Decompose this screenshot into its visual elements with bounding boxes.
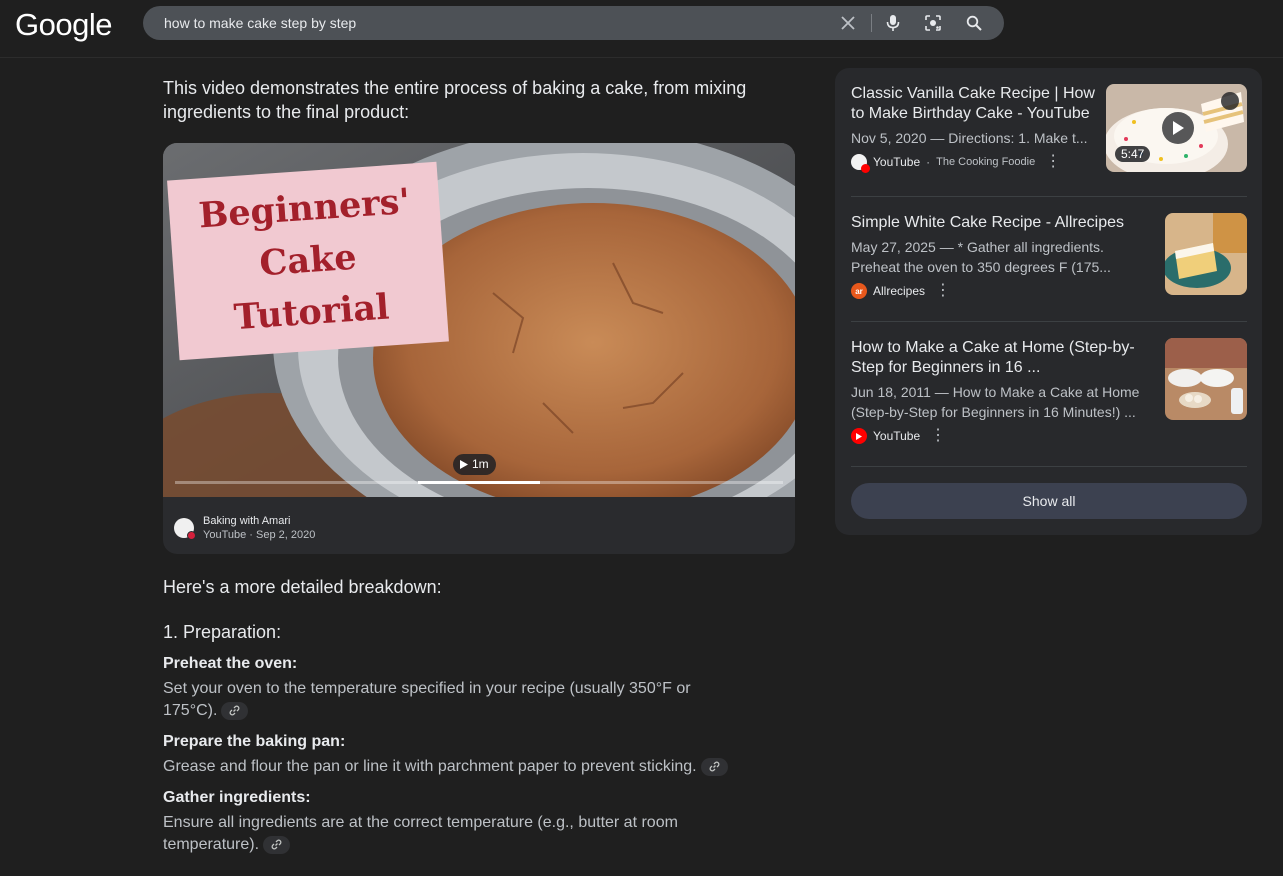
side-result-title[interactable]: Classic Vanilla Cake Recipe | How to Mak… bbox=[851, 84, 1096, 124]
step-body: Ensure all ingredients are at the correc… bbox=[163, 814, 678, 853]
video-thumbnail[interactable]: Beginners' Cake Tutorial 1m bbox=[163, 143, 795, 497]
side-result-snippet: Jun 18, 2011 — How to Make a Cake at Hom… bbox=[851, 384, 1140, 420]
step-title: Preheat the oven: bbox=[163, 655, 298, 672]
divider bbox=[851, 321, 1247, 322]
side-panel: Classic Vanilla Cake Recipe | How to Mak… bbox=[835, 68, 1262, 535]
step-title: Gather ingredients: bbox=[163, 789, 311, 806]
source-name: Allrecipes bbox=[873, 284, 926, 298]
step-item: Prepare the baking pan: Grease and flour… bbox=[163, 731, 783, 778]
play-icon bbox=[460, 460, 468, 469]
mic-icon[interactable] bbox=[883, 13, 903, 33]
expand-icon[interactable] bbox=[1221, 92, 1239, 110]
step-body: Grease and flour the pan or line it with… bbox=[163, 758, 697, 775]
video-card[interactable]: Beginners' Cake Tutorial 1m Baking with … bbox=[163, 143, 795, 554]
source-channel: The Cooking Foodie bbox=[936, 156, 1036, 168]
side-result-thumbnail[interactable] bbox=[1165, 213, 1247, 295]
intro-text: This video demonstrates the entire proce… bbox=[163, 78, 747, 122]
video-source-date: YouTube · Sep 2, 2020 bbox=[203, 529, 316, 541]
source-separator: · bbox=[926, 155, 931, 169]
side-result[interactable]: Simple White Cake Recipe - Allrecipes Ma… bbox=[851, 213, 1141, 299]
duration-label: 5:47 bbox=[1115, 146, 1151, 162]
source-name: YouTube bbox=[873, 155, 921, 169]
overlay-line: Beginners' bbox=[197, 180, 412, 237]
youtube-logo bbox=[851, 428, 867, 444]
video-meta[interactable]: Baking with Amari YouTube · Sep 2, 2020 bbox=[174, 514, 315, 542]
more-vert-icon[interactable]: ⋮ bbox=[1041, 154, 1065, 170]
duration-chip[interactable]: 1m bbox=[453, 454, 496, 475]
google-logo[interactable]: Google bbox=[15, 7, 112, 43]
link-icon[interactable] bbox=[700, 757, 728, 776]
step-title: Prepare the baking pan: bbox=[163, 733, 346, 750]
youtube-badge-icon bbox=[187, 531, 196, 540]
white-cake-image bbox=[1165, 213, 1247, 295]
youtube-channel-avatar bbox=[851, 154, 870, 173]
overlay-line: Cake bbox=[258, 236, 358, 285]
divider bbox=[851, 196, 1247, 197]
breakdown-heading: Here's a more detailed breakdown: bbox=[163, 577, 442, 597]
channel-avatar bbox=[174, 518, 196, 540]
search-divider bbox=[871, 14, 872, 32]
side-result-source: YouTube ⋮ bbox=[851, 428, 1146, 444]
step-item: Preheat the oven: Set your oven to the t… bbox=[163, 653, 783, 722]
side-result-snippet: May 27, 2025 — * Gather all ingredients.… bbox=[851, 239, 1111, 275]
link-icon[interactable] bbox=[221, 701, 249, 720]
title-overlay: Beginners' Cake Tutorial bbox=[167, 161, 449, 361]
channel-name: Baking with Amari bbox=[203, 515, 291, 527]
header: Google bbox=[0, 0, 1283, 58]
overlay-line: Tutorial bbox=[232, 286, 391, 339]
side-result-thumbnail[interactable]: 5:47 bbox=[1106, 84, 1247, 172]
step-item: Gather ingredients: Ensure all ingredien… bbox=[163, 787, 783, 856]
more-vert-icon[interactable]: ⋮ bbox=[926, 428, 950, 444]
link-icon[interactable] bbox=[263, 835, 291, 854]
side-result-source: YouTube · The Cooking Foodie ⋮ bbox=[851, 154, 1096, 173]
duration-label: 1m bbox=[472, 457, 489, 471]
search-box[interactable] bbox=[143, 6, 1004, 40]
divider bbox=[851, 466, 1247, 467]
video-progress-bar[interactable] bbox=[175, 481, 783, 484]
play-icon[interactable] bbox=[1162, 112, 1194, 144]
video-progress-fill bbox=[418, 481, 540, 484]
search-input[interactable] bbox=[164, 6, 824, 40]
more-vert-icon[interactable]: ⋮ bbox=[931, 283, 955, 299]
clear-icon[interactable] bbox=[838, 13, 858, 33]
side-result-snippet: Nov 5, 2020 — Directions: 1. Make t... bbox=[851, 130, 1088, 146]
allrecipes-logo: ar bbox=[851, 283, 867, 299]
side-result-title[interactable]: Simple White Cake Recipe - Allrecipes bbox=[851, 213, 1141, 233]
side-result[interactable]: How to Make a Cake at Home (Step-by-Step… bbox=[851, 338, 1146, 444]
source-name: YouTube bbox=[873, 429, 921, 443]
side-result-source: ar Allrecipes ⋮ bbox=[851, 283, 1141, 299]
show-all-button[interactable]: Show all bbox=[851, 483, 1247, 519]
side-result-title[interactable]: How to Make a Cake at Home (Step-by-Step… bbox=[851, 338, 1146, 378]
side-result-thumbnail[interactable] bbox=[1165, 338, 1247, 420]
lens-icon[interactable] bbox=[923, 13, 943, 33]
side-result[interactable]: Classic Vanilla Cake Recipe | How to Mak… bbox=[851, 84, 1096, 173]
search-icon[interactable] bbox=[964, 13, 984, 33]
section-heading: 1. Preparation: bbox=[163, 622, 282, 642]
baking-bowls-image bbox=[1165, 338, 1247, 420]
